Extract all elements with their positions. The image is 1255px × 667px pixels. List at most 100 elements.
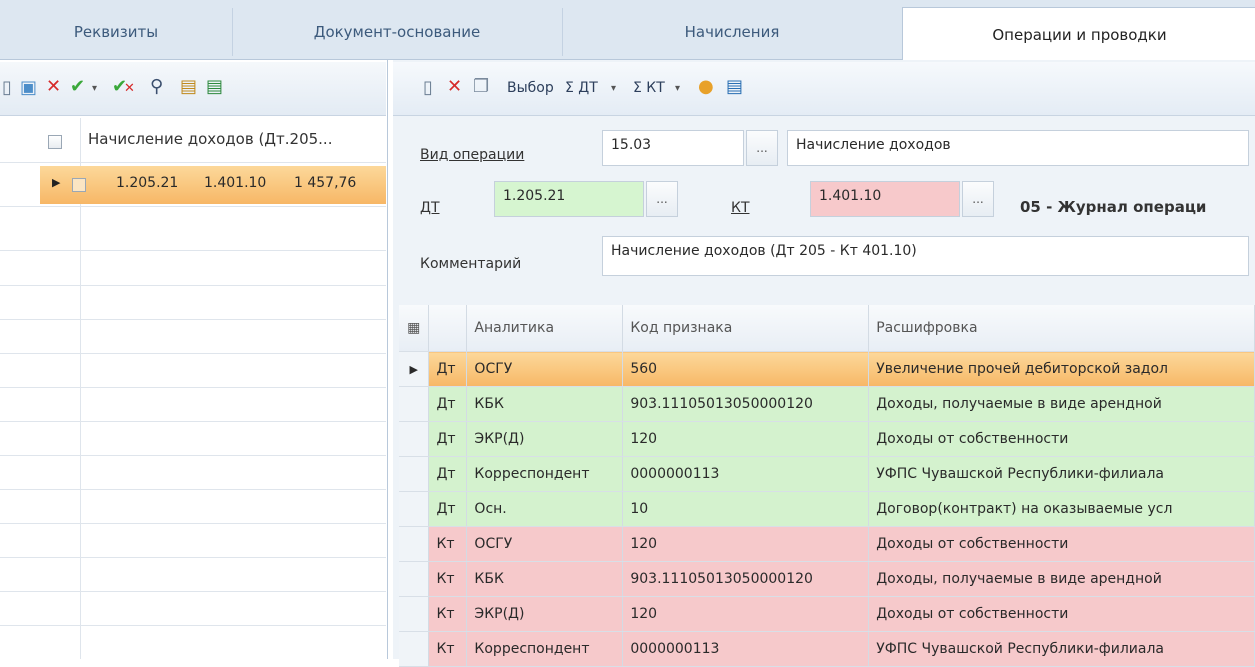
row-side: Кт	[428, 526, 468, 562]
row-analytic: КБК	[466, 561, 624, 597]
table-row[interactable]: Кт Корреспондент 0000000113 УФПС Чувашск…	[399, 631, 1255, 667]
row-indicator	[399, 456, 430, 492]
binoculars-icon[interactable]: ⚲	[150, 77, 163, 97]
group-header-text: Начисление доходов (Дт.205...	[88, 130, 333, 148]
grid-divider	[0, 625, 386, 626]
row-side: Дт	[428, 456, 468, 492]
operation-name-field[interactable]: Начисление доходов	[787, 130, 1249, 166]
row-code[interactable]: 10	[622, 491, 870, 527]
row-analytic: Корреспондент	[466, 631, 624, 667]
row-desc: Доходы, получаемые в виде арендной	[868, 386, 1255, 422]
import-icon[interactable]: ▤	[206, 77, 223, 97]
row-code[interactable]: 903.11105013050000120	[622, 386, 870, 422]
header-analytics[interactable]: Аналитика	[466, 305, 624, 352]
row-side: Кт	[428, 561, 468, 597]
table-row[interactable]: Дт КБК 903.11105013050000120 Доходы, пол…	[399, 386, 1255, 422]
sum-kt-button[interactable]: Σ КТ	[633, 78, 665, 98]
group-checkbox[interactable]	[48, 135, 62, 149]
new-document-icon[interactable]: ▯	[2, 78, 12, 98]
row-analytic: ОСГУ	[466, 526, 624, 562]
header-side	[428, 305, 468, 352]
kt-account-field[interactable]: 1.401.10	[810, 181, 960, 217]
operation-code-field[interactable]: 15.03	[602, 130, 744, 166]
kt-label[interactable]: КТ	[731, 200, 750, 216]
row-indicator	[399, 596, 430, 632]
row-code[interactable]: 120	[622, 526, 870, 562]
column-chooser-icon[interactable]: ▦	[399, 305, 430, 352]
row-indicator	[399, 386, 430, 422]
grid-divider	[0, 557, 386, 558]
table-row[interactable]: ▶ Дт ОСГУ 560 Увеличение прочей дебиторс…	[399, 351, 1255, 387]
check-icon[interactable]: ✔	[70, 77, 85, 97]
dt-label[interactable]: ДТ	[420, 200, 440, 216]
kt-browse-button[interactable]: ...	[962, 181, 994, 217]
grid-divider	[0, 206, 386, 207]
row-pointer-icon: ▶	[399, 351, 430, 387]
row-side: Дт	[428, 351, 468, 387]
header-code[interactable]: Код признака	[622, 305, 870, 352]
table-row[interactable]: Кт ОСГУ 120 Доходы от собственности	[399, 526, 1255, 562]
row-code[interactable]: 560	[622, 351, 870, 387]
window-icon[interactable]: ▤	[726, 77, 743, 97]
grid-divider	[0, 319, 386, 320]
dt-browse-button[interactable]: ...	[646, 181, 678, 217]
row-side: Дт	[428, 491, 468, 527]
select-button[interactable]: Выбор	[507, 78, 554, 98]
grid-divider	[0, 455, 386, 456]
row-analytic: КБК	[466, 386, 624, 422]
table-row[interactable]: Дт Осн. 10 Договор(контракт) на оказывае…	[399, 491, 1255, 527]
row-desc: Доходы от собственности	[868, 526, 1255, 562]
hand-icon[interactable]: ●	[698, 77, 714, 97]
tab-basis-document[interactable]: Документ-основание	[232, 8, 563, 56]
tab-accruals[interactable]: Начисления	[562, 8, 903, 56]
row-indicator	[399, 561, 430, 597]
row-pointer-icon: ▶	[52, 176, 61, 189]
chevron-down-icon[interactable]: ▾	[92, 79, 97, 99]
delete-icon[interactable]: ✕	[46, 77, 61, 97]
chevron-down-icon[interactable]: ▾	[611, 79, 616, 99]
operation-browse-button[interactable]: ...	[746, 130, 778, 166]
operation-type-label[interactable]: Вид операции	[420, 147, 524, 163]
export-icon[interactable]: ▤	[180, 77, 197, 97]
row-dt-account: 1.205.21	[116, 175, 179, 191]
row-code[interactable]: 903.11105013050000120	[622, 561, 870, 597]
table-row[interactable]: Кт ЭКР(Д) 120 Доходы от собственности	[399, 596, 1255, 632]
row-code[interactable]: 120	[622, 596, 870, 632]
row-analytic: ЭКР(Д)	[466, 421, 624, 457]
dt-account-field[interactable]: 1.205.21	[494, 181, 644, 217]
tab-bar: Реквизиты Документ-основание Начисления …	[0, 0, 1255, 61]
row-desc: Доходы от собственности	[868, 421, 1255, 457]
copy-icon[interactable]: ❐	[473, 77, 489, 97]
grid-divider	[0, 489, 386, 490]
grid-divider	[0, 250, 386, 251]
left-toolbar: ▯ ▣ ✕ ✔ ▾ ✔ ✕ ⚲ ▤ ▤	[0, 62, 386, 116]
row-indicator	[399, 491, 430, 527]
header-decoding[interactable]: Расшифровка	[868, 305, 1255, 352]
grid-divider	[0, 523, 386, 524]
row-checkbox[interactable]	[72, 178, 86, 192]
comment-field[interactable]: Начисление доходов (Дт 205 - Кт 401.10)	[602, 236, 1249, 276]
chevron-down-icon[interactable]: ▾	[675, 79, 680, 99]
sum-dt-button[interactable]: Σ ДТ	[565, 78, 598, 98]
table-row[interactable]: Кт КБК 903.11105013050000120 Доходы, пол…	[399, 561, 1255, 597]
table-row[interactable]: Дт ЭКР(Д) 120 Доходы от собственности	[399, 421, 1255, 457]
row-side: Дт	[428, 421, 468, 457]
edit-document-icon[interactable]: ▣	[20, 78, 37, 98]
row-side: Кт	[428, 631, 468, 667]
table-header: ▦ Аналитика Код признака Расшифровка	[399, 305, 1255, 352]
row-code[interactable]: 0000000113	[622, 631, 870, 667]
row-code[interactable]: 0000000113	[622, 456, 870, 492]
table-row[interactable]: Дт Корреспондент 0000000113 УФПС Чувашск…	[399, 456, 1255, 492]
grid-divider	[0, 421, 386, 422]
grid-divider	[0, 353, 386, 354]
row-code[interactable]: 120	[622, 421, 870, 457]
tab-requisites[interactable]: Реквизиты	[0, 8, 233, 56]
delete-icon[interactable]: ✕	[447, 77, 462, 97]
row-analytic: Осн.	[466, 491, 624, 527]
analytics-table: ▦ Аналитика Код признака Расшифровка ▶ Д…	[399, 305, 1255, 667]
cancel-mark-icon: ✕	[124, 81, 135, 96]
grid-divider	[0, 162, 386, 163]
tab-operations[interactable]: Операции и проводки	[902, 7, 1255, 61]
row-analytic: ОСГУ	[466, 351, 624, 387]
new-icon[interactable]: ▯	[423, 78, 433, 98]
